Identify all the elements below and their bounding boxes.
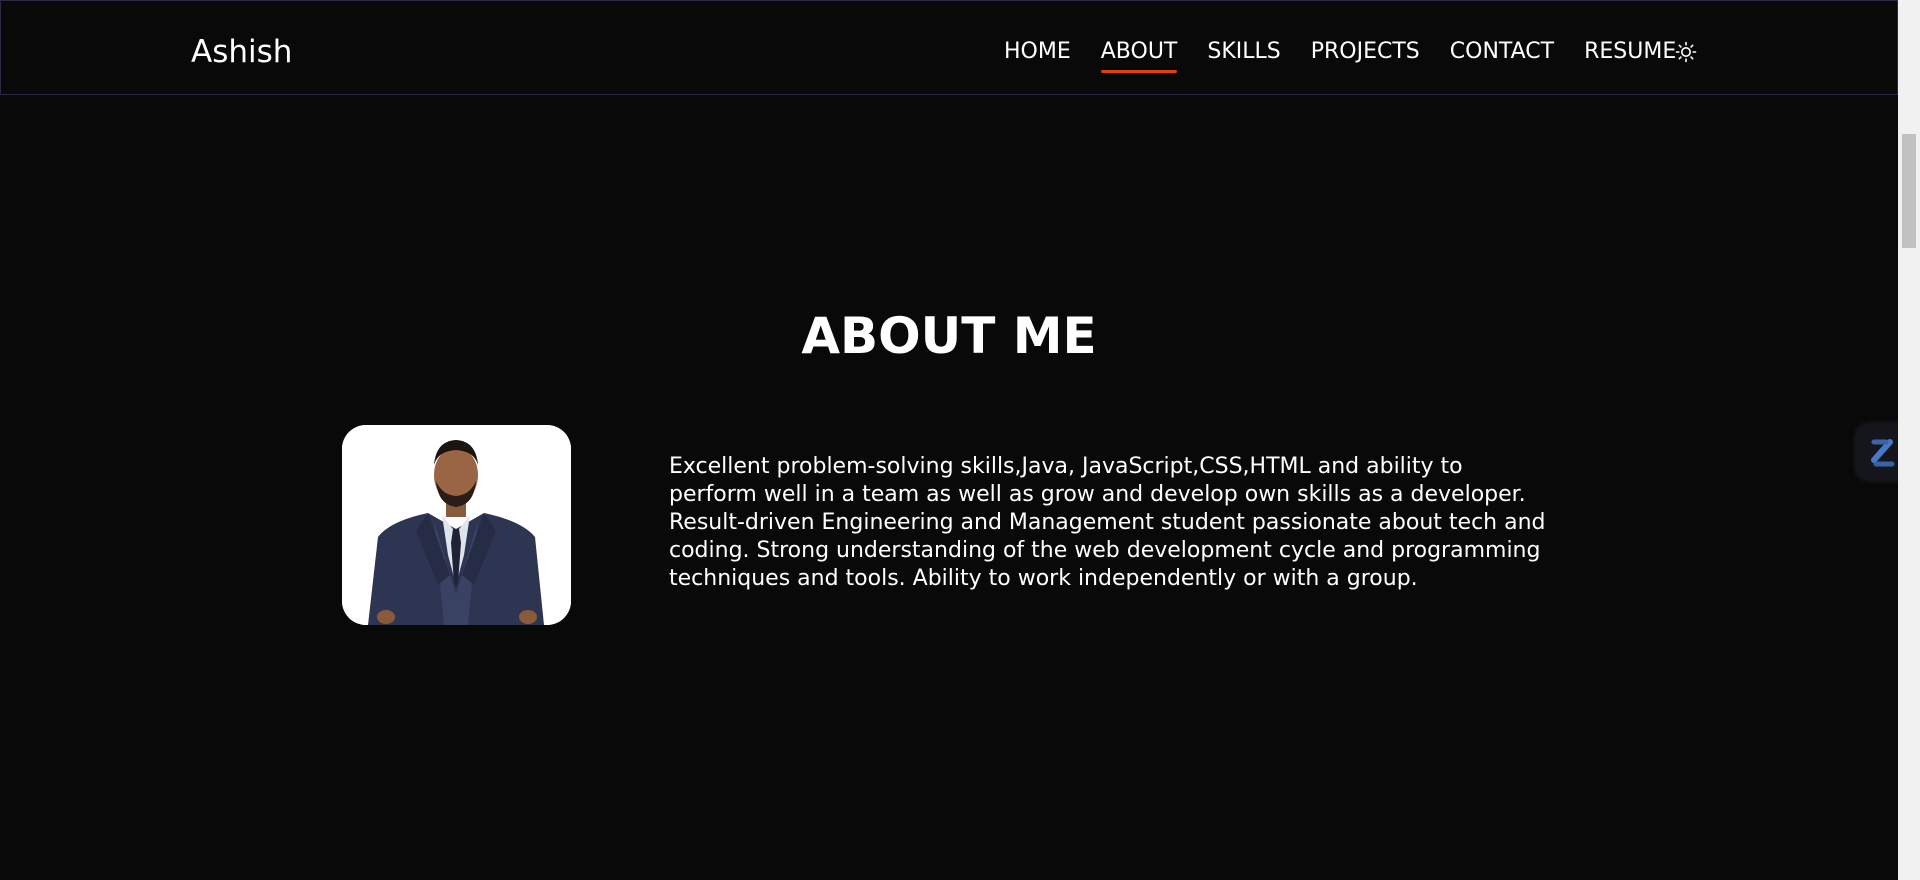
about-title: ABOUT ME [801,307,1097,365]
nav-link-contact[interactable]: CONTACT [1450,37,1554,66]
nav-links: HOME ABOUT SKILLS PROJECTS CONTACT RESUM… [1004,37,1897,77]
about-description: Excellent problem-solving skills,Java, J… [669,454,1546,591]
navbar: Ashish HOME ABOUT SKILLS PROJECTS CONTAC… [0,0,1898,95]
nav-link-about[interactable]: ABOUT [1100,37,1177,73]
page-scrollbar[interactable] [1898,0,1920,880]
nav-link-skills[interactable]: SKILLS [1207,37,1280,66]
sun-icon-svg [1675,41,1697,63]
sun-icon[interactable] [1675,41,1697,63]
nav-link-projects[interactable]: PROJECTS [1311,37,1420,66]
brand-logo[interactable]: Ashish [191,32,292,72]
nav-link-resume[interactable]: RESUME [1584,37,1676,66]
page: Ashish HOME ABOUT SKILLS PROJECTS CONTAC… [0,0,1920,880]
scrollbar-thumb[interactable] [1902,134,1916,248]
nav-link-home[interactable]: HOME [1004,37,1071,66]
profile-photo [342,425,571,625]
profile-photo-illustration [342,425,571,625]
